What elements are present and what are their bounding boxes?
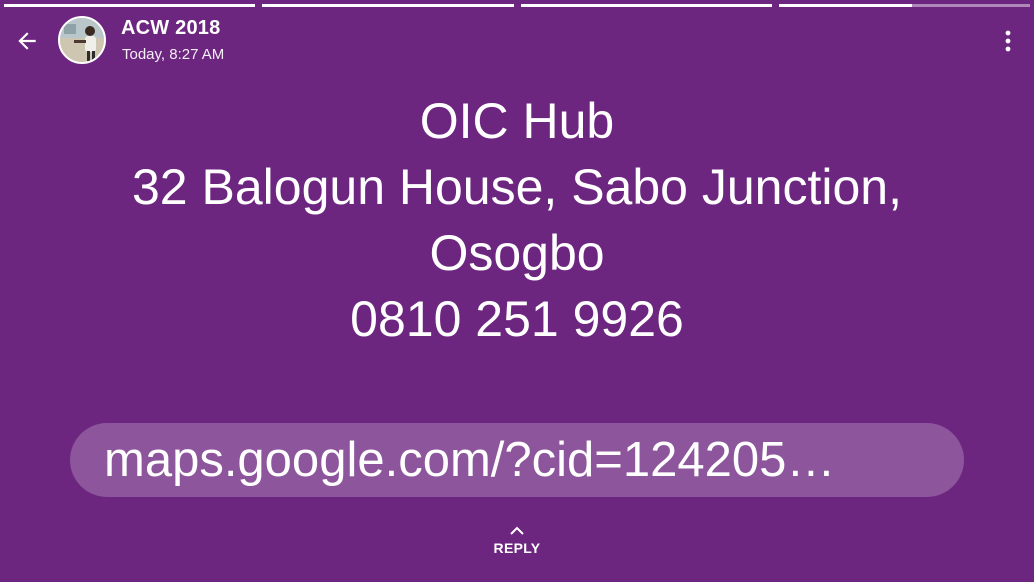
reply-button[interactable]: REPLY — [467, 526, 567, 572]
link-preview[interactable]: maps.google.com/?cid=124205… — [70, 423, 964, 497]
progress-fill — [778, 4, 912, 7]
progress-fill — [520, 4, 772, 7]
avatar[interactable] — [58, 16, 106, 64]
progress-segment — [262, 4, 514, 7]
chevron-up-icon — [510, 526, 524, 535]
progress-segment — [520, 4, 772, 7]
progress-segment — [4, 4, 256, 7]
progress-fill — [4, 4, 256, 7]
arrow-back-icon — [18, 32, 36, 50]
link-text[interactable]: maps.google.com/?cid=124205… — [104, 432, 930, 488]
status-timestamp: Today, 8:27 AM — [122, 46, 225, 63]
status-viewer: ACW 2018 Today, 8:27 AM OIC Hub 32 Balog… — [0, 0, 1034, 582]
more-options-button[interactable] — [998, 28, 1018, 54]
avatar-photo — [60, 18, 104, 62]
reply-label: REPLY — [493, 540, 541, 556]
progress-segment — [778, 4, 1030, 7]
status-progress-bar — [4, 4, 1030, 7]
more-vert-icon — [1005, 30, 1011, 52]
back-button[interactable] — [10, 24, 44, 58]
progress-fill — [262, 4, 514, 7]
status-text: OIC Hub 32 Balogun House, Sabo Junction,… — [132, 93, 902, 347]
sender-name[interactable]: ACW 2018 — [121, 17, 220, 40]
